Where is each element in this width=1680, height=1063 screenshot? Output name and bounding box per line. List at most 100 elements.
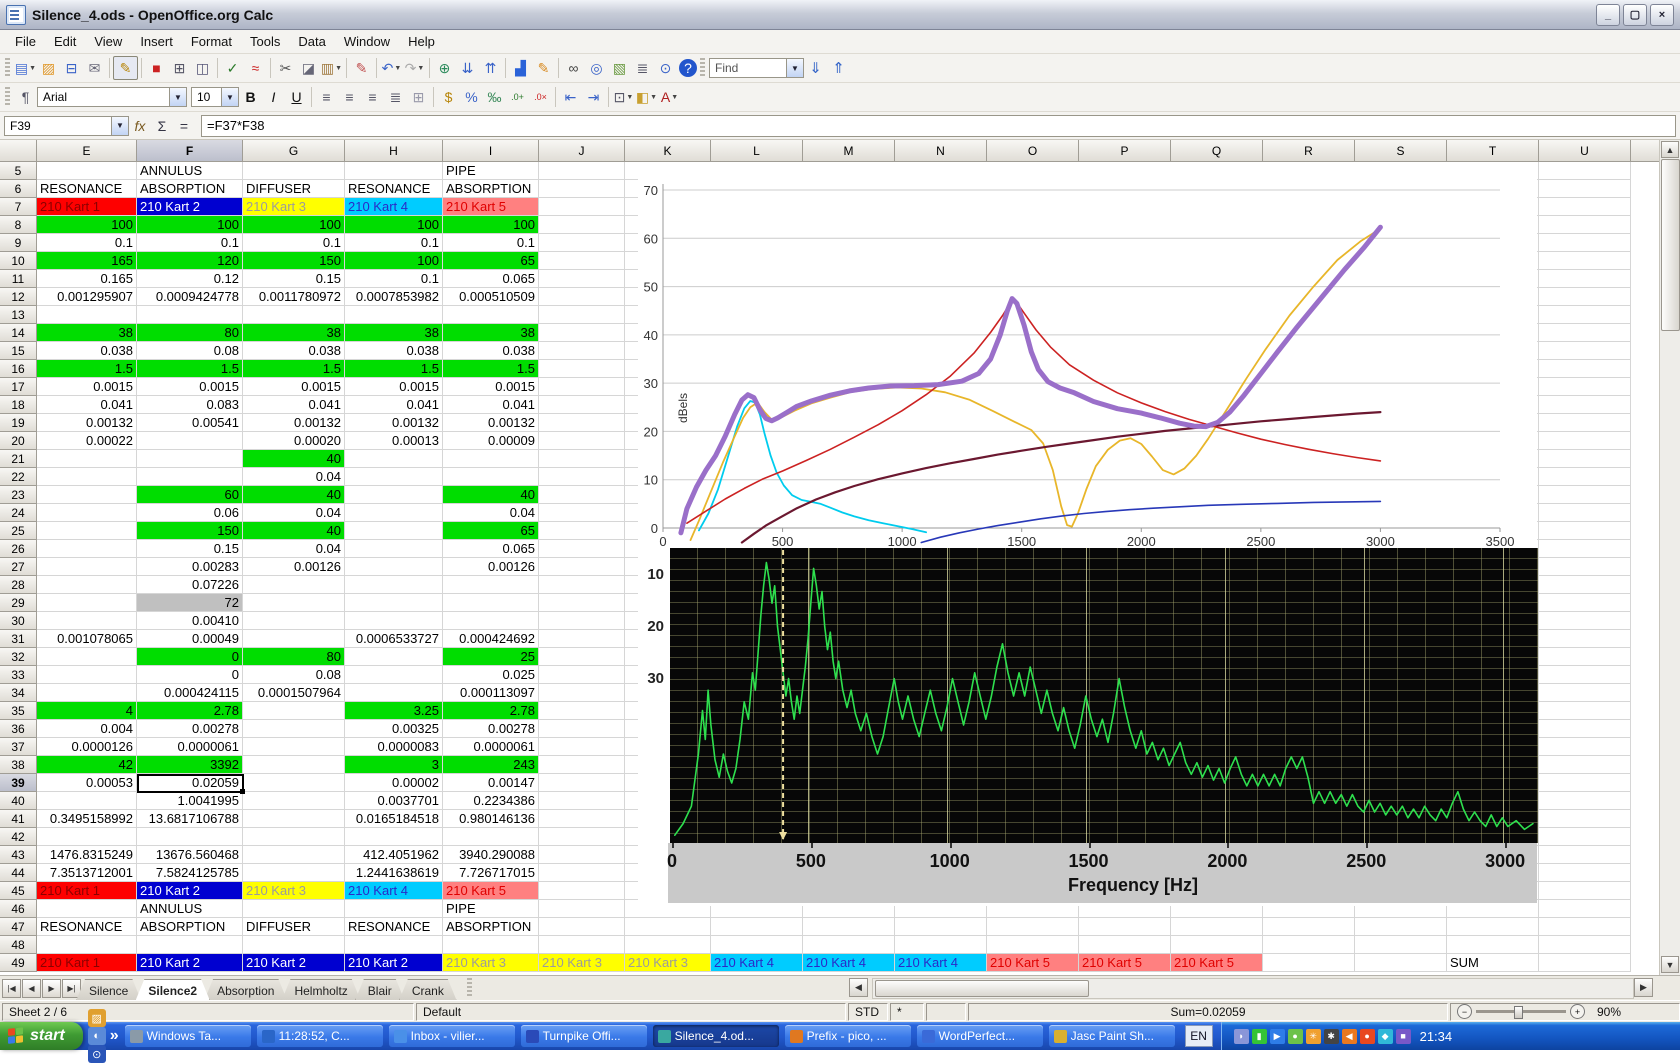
cell-E39[interactable]: 0.00053 [37,774,137,792]
cell-L47[interactable] [711,918,803,936]
cell-I29[interactable] [443,594,539,612]
column-header-J[interactable]: J [539,140,625,162]
row-header-9[interactable]: 9 [0,234,37,252]
cell-F19[interactable]: 0.00541 [137,414,243,432]
font-size-combo[interactable]: 10▼ [191,87,239,107]
cell-H21[interactable] [345,450,443,468]
row-header-5[interactable]: 5 [0,162,37,180]
cell-G11[interactable]: 0.15 [243,270,345,288]
sheet-tab-absorption[interactable]: Absorption [204,979,287,1001]
tray-icon-6[interactable]: ✱ [1324,1029,1339,1044]
cell-F14[interactable]: 80 [137,324,243,342]
cell-E47[interactable]: RESONANCE [37,918,137,936]
cell-I7[interactable]: 210 Kart 5 [443,198,539,216]
taskbar-button-2[interactable]: 11:28:52, C... [257,1025,383,1047]
cell-U46[interactable] [1539,900,1631,918]
cell-R47[interactable] [1263,918,1355,936]
cell-I41[interactable]: 0.980146136 [443,810,539,828]
cell-E41[interactable]: 0.3495158992 [37,810,137,828]
row-header-25[interactable]: 25 [0,522,37,540]
cell-F8[interactable]: 100 [137,216,243,234]
cell-K47[interactable] [625,918,711,936]
cell-F47[interactable]: ABSORPTION [137,918,243,936]
cell-I20[interactable]: 0.00009 [443,432,539,450]
cell-G37[interactable] [243,738,345,756]
cell-M49[interactable]: 210 Kart 4 [803,954,895,972]
name-box-dropdown-icon[interactable]: ▼ [111,117,128,135]
column-header-E[interactable]: E [37,140,137,162]
cell-H38[interactable]: 3 [345,756,443,774]
function-wizard-icon[interactable]: fx [129,118,151,134]
cell-J46[interactable] [539,900,625,918]
cell-J36[interactable] [539,720,625,738]
cell-H28[interactable] [345,576,443,594]
cell-J6[interactable] [539,180,625,198]
cell-F32[interactable]: 0 [137,648,243,666]
background-color-icon[interactable]: ◧▼ [635,86,658,108]
cell-U19[interactable] [1539,414,1631,432]
row-header-24[interactable]: 24 [0,504,37,522]
cell-I16[interactable]: 1.5 [443,360,539,378]
vertical-scroll-thumb[interactable] [1661,159,1680,331]
cell-F26[interactable]: 0.15 [137,540,243,558]
cell-H7[interactable]: 210 Kart 4 [345,198,443,216]
cell-G21[interactable]: 40 [243,450,345,468]
cell-E21[interactable] [37,450,137,468]
cell-J5[interactable] [539,162,625,180]
cell-K49[interactable]: 210 Kart 3 [625,954,711,972]
cell-H9[interactable]: 0.1 [345,234,443,252]
cell-U6[interactable] [1539,180,1631,198]
cell-F15[interactable]: 0.08 [137,342,243,360]
cell-J45[interactable] [539,882,625,900]
cell-F27[interactable]: 0.00283 [137,558,243,576]
tray-icon-9[interactable]: ◆ [1378,1029,1393,1044]
tray-icon-5[interactable]: ✳ [1306,1029,1321,1044]
menu-view[interactable]: View [85,31,131,52]
copy-icon[interactable]: ◪ [297,57,320,79]
tray-icon-10[interactable]: ■ [1396,1029,1411,1044]
cell-H29[interactable] [345,594,443,612]
cell-E9[interactable]: 0.1 [37,234,137,252]
cell-U39[interactable] [1539,774,1631,792]
align-center-icon[interactable]: ≡ [338,86,361,108]
navigator-icon[interactable]: ◎ [585,57,608,79]
cell-G13[interactable] [243,306,345,324]
cell-I18[interactable]: 0.041 [443,396,539,414]
cell-I12[interactable]: 0.000510509 [443,288,539,306]
cell-H49[interactable]: 210 Kart 2 [345,954,443,972]
cell-U42[interactable] [1539,828,1631,846]
cell-I24[interactable]: 0.04 [443,504,539,522]
cell-J11[interactable] [539,270,625,288]
cell-E29[interactable] [37,594,137,612]
font-color-icon[interactable]: A▼ [658,86,681,108]
cell-E37[interactable]: 0.0000126 [37,738,137,756]
cell-U18[interactable] [1539,396,1631,414]
cell-I11[interactable]: 0.065 [443,270,539,288]
cell-I34[interactable]: 0.000113097 [443,684,539,702]
print-icon[interactable]: ⊞ [168,57,191,79]
cell-H47[interactable]: RESONANCE [345,918,443,936]
cell-F18[interactable]: 0.083 [137,396,243,414]
page-preview-icon[interactable]: ◫ [191,57,214,79]
zoom-slider[interactable]: − + 90% [1450,1003,1680,1021]
cell-E49[interactable]: 210 Kart 1 [37,954,137,972]
cell-E20[interactable]: 0.00022 [37,432,137,450]
align-justify-icon[interactable]: ≣ [384,86,407,108]
gallery-icon[interactable]: ▧ [608,57,631,79]
new-document-icon[interactable]: ▤▼ [14,57,37,79]
row-header-49[interactable]: 49 [0,954,37,972]
decrease-indent-icon[interactable]: ⇤ [559,86,582,108]
tray-icon-1[interactable]: ◗ [1234,1029,1249,1044]
cell-F10[interactable]: 120 [137,252,243,270]
cell-G25[interactable]: 40 [243,522,345,540]
cell-I42[interactable] [443,828,539,846]
cell-U25[interactable] [1539,522,1631,540]
cell-U35[interactable] [1539,702,1631,720]
cell-U27[interactable] [1539,558,1631,576]
quick-launch-overflow-icon[interactable]: » [110,1027,119,1045]
cell-J42[interactable] [539,828,625,846]
cell-J35[interactable] [539,702,625,720]
cell-I32[interactable]: 25 [443,648,539,666]
sort-ascending-icon[interactable]: ⇊ [456,57,479,79]
column-header-L[interactable]: L [711,140,803,162]
